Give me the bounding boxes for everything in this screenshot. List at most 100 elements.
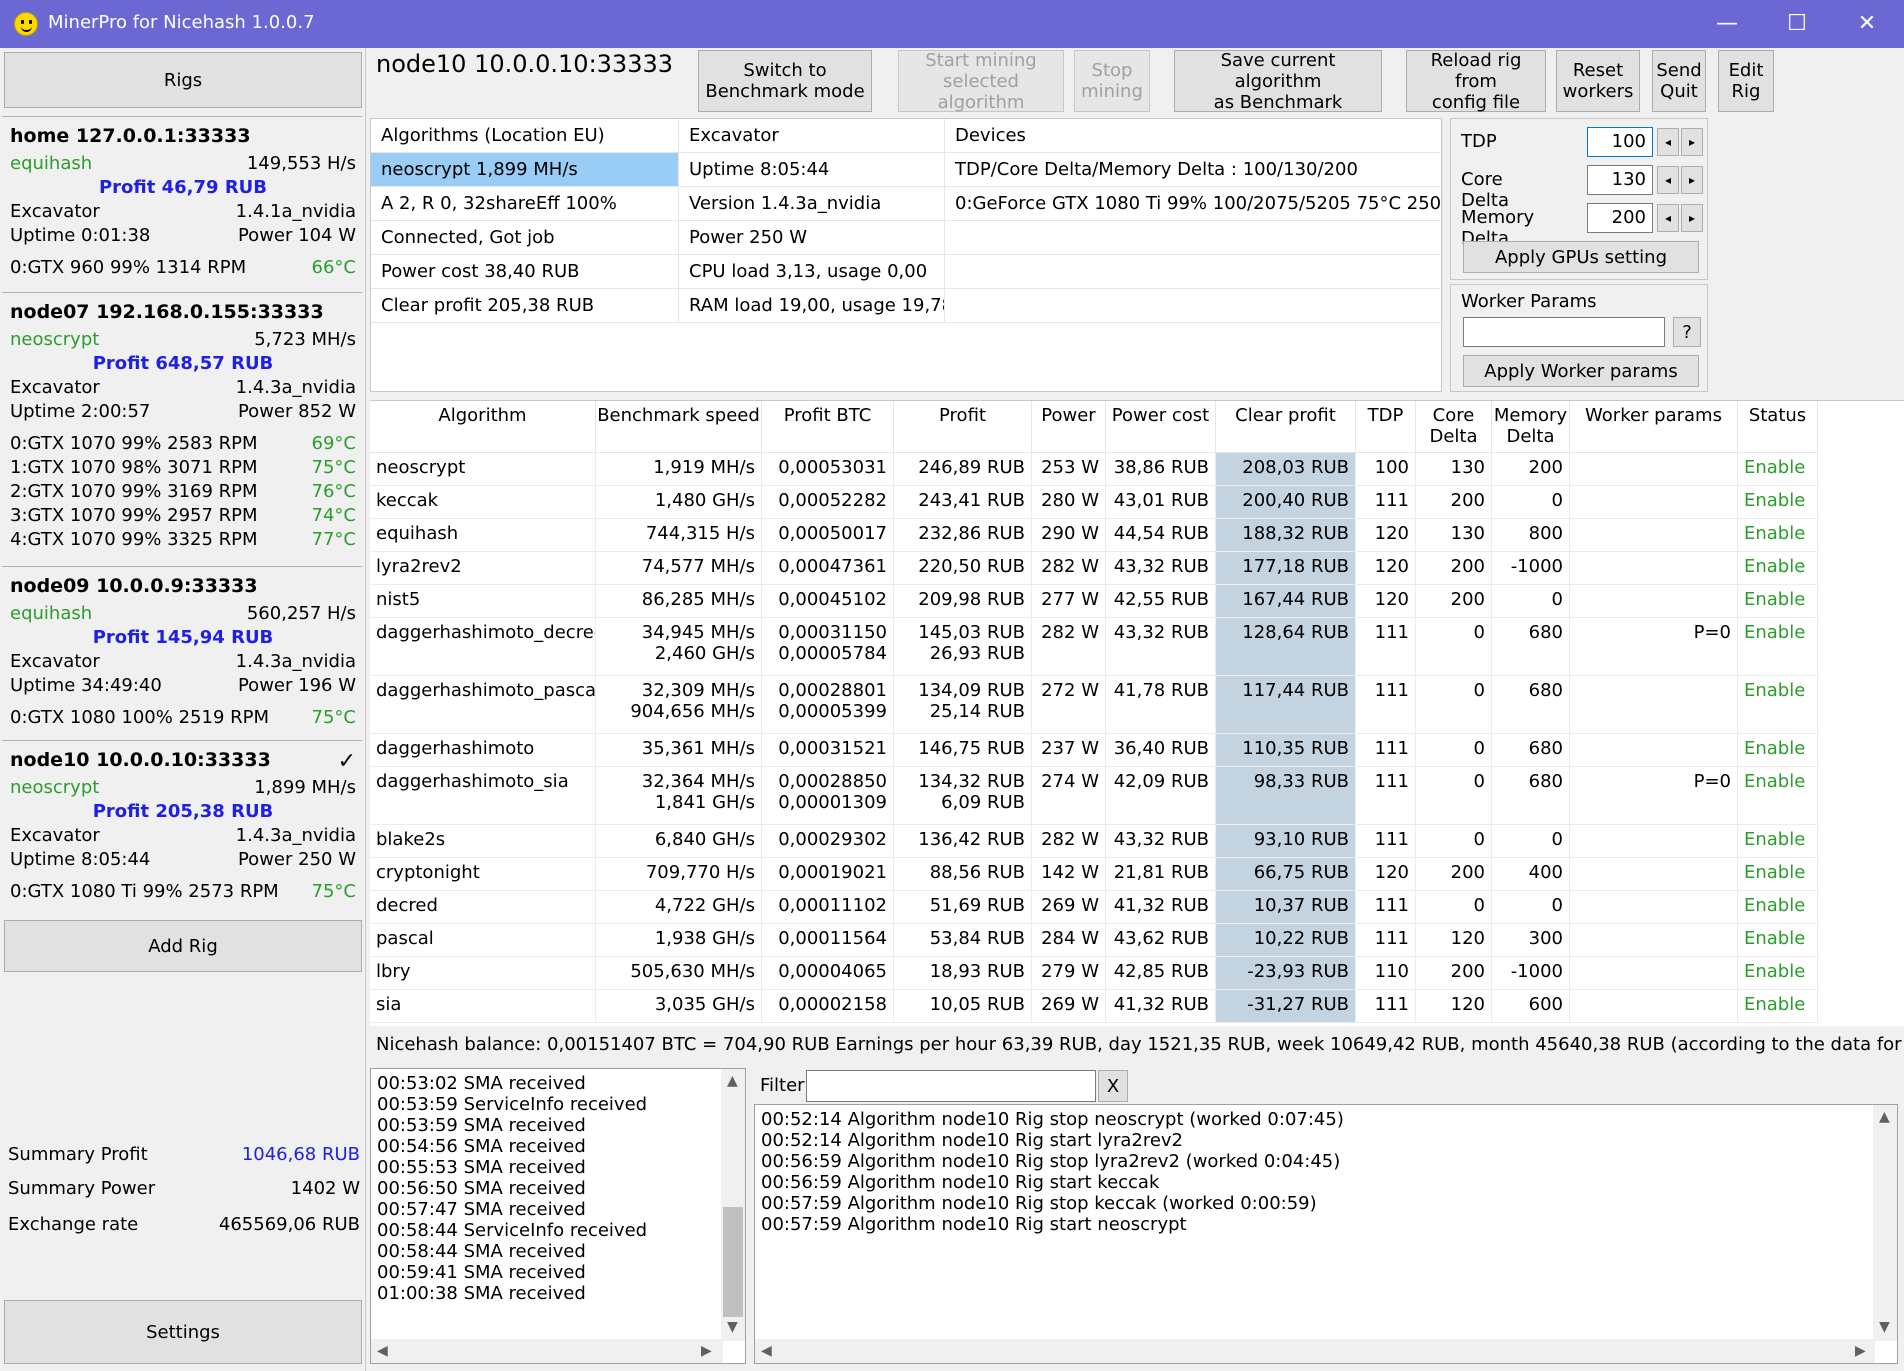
algorithm-cell-btc: 0,00004065	[762, 957, 894, 990]
rig-card[interactable]: home 127.0.0.1:33333 equihash 149,553 H/s P…	[2, 116, 362, 292]
cell-value: 505,630 MH/s	[630, 961, 755, 982]
cell-value: 1,938 GH/s	[654, 928, 755, 949]
algorithms-column-header[interactable]: Clear profit	[1216, 401, 1356, 453]
algorithm-cell-status[interactable]: Enable	[1738, 552, 1818, 585]
cell-value: 277 W	[1041, 589, 1099, 610]
algorithm-cell-status[interactable]: Enable	[1738, 618, 1818, 676]
algorithms-column-header[interactable]: Profit	[894, 401, 1032, 453]
close-button[interactable]: ✕	[1832, 0, 1902, 48]
edit-rig-button[interactable]: Edit Rig	[1718, 50, 1774, 112]
algorithm-cell-status[interactable]: Enable	[1738, 585, 1818, 618]
log-entry: 00:57:59 Algorithm node10 Rig start neos…	[761, 1214, 1187, 1235]
algorithms-column-header[interactable]: Profit BTC	[762, 401, 894, 453]
settings-button[interactable]: Settings	[4, 1300, 362, 1364]
scroll-down-icon[interactable]: ▼	[1879, 1319, 1890, 1335]
algorithms-column-header[interactable]: Worker params	[1570, 401, 1738, 453]
apply-worker-params-button[interactable]: Apply Worker params	[1463, 355, 1699, 387]
scroll-right-icon[interactable]: ▶	[701, 1343, 712, 1359]
core-delta-increment-icon[interactable]: ▸	[1681, 166, 1703, 194]
info-cell[interactable]: neoscrypt 1,899 MH/s	[371, 153, 679, 187]
scroll-left-icon[interactable]: ◀	[377, 1343, 388, 1359]
start-mining-button[interactable]: Start mining selected algorithm	[898, 50, 1064, 113]
memory-delta-increment-icon[interactable]: ▸	[1681, 204, 1703, 232]
algorithm-cell-status[interactable]: Enable	[1738, 924, 1818, 957]
reset-workers-button[interactable]: Reset workers	[1556, 50, 1640, 112]
info-cell[interactable]: A 2, R 0, 32shareEff 100%	[371, 187, 679, 221]
info-cell[interactable]: Clear profit 205,38 RUB	[371, 289, 679, 323]
filter-input[interactable]	[806, 1070, 1096, 1102]
cell-value: 41,78 RUB	[1113, 680, 1209, 701]
algorithm-cell-status[interactable]: Enable	[1738, 990, 1818, 1023]
core-delta-decrement-icon[interactable]: ◂	[1657, 166, 1679, 194]
algorithm-cell-status[interactable]: Enable	[1738, 734, 1818, 767]
memory-delta-decrement-icon[interactable]: ◂	[1657, 204, 1679, 232]
scroll-down-icon[interactable]: ▼	[727, 1319, 738, 1335]
algorithms-column-header[interactable]: Algorithm	[370, 401, 596, 453]
cell-value: 0,00028850	[778, 771, 887, 792]
scroll-up-icon[interactable]: ▲	[1879, 1109, 1890, 1125]
stop-mining-button[interactable]: Stop mining	[1074, 50, 1150, 112]
info-cell[interactable]: Power cost 38,40 RUB	[371, 255, 679, 289]
algorithm-log-vscroll[interactable]: ▲ ▼	[1873, 1105, 1897, 1341]
log-entry: 00:56:59 Algorithm node10 Rig start kecc…	[761, 1172, 1160, 1193]
rig-card[interactable]: node09 10.0.0.9:33333 equihash 560,257 H/s…	[2, 566, 362, 740]
cell-value: 220,50 RUB	[918, 556, 1025, 577]
algorithms-column-header[interactable]: Memory Delta	[1492, 401, 1570, 453]
algorithms-column-header[interactable]: Status	[1738, 401, 1818, 453]
switch-benchmark-button[interactable]: Switch to Benchmark mode	[698, 50, 872, 112]
algorithm-cell-status[interactable]: Enable	[1738, 858, 1818, 891]
scroll-left-icon[interactable]: ◀	[761, 1343, 772, 1359]
rigs-button[interactable]: Rigs	[4, 52, 362, 108]
cell-value: 282 W	[1041, 829, 1099, 850]
info-cell: CPU load 3,13, usage 0,00	[679, 255, 945, 289]
cell-value: 279 W	[1041, 961, 1099, 982]
cell-value: 42,55 RUB	[1113, 589, 1209, 610]
algorithm-cell-status[interactable]: Enable	[1738, 957, 1818, 990]
send-quit-button[interactable]: Send Quit	[1652, 50, 1706, 112]
tdp-increment-icon[interactable]: ▸	[1681, 128, 1703, 156]
service-log-vscroll[interactable]: ▲ ▼	[721, 1069, 745, 1341]
minimize-button[interactable]: —	[1692, 0, 1762, 48]
algorithm-cell-algo: equihash	[370, 519, 596, 552]
algorithm-cell-status[interactable]: Enable	[1738, 519, 1818, 552]
add-rig-button[interactable]: Add Rig	[4, 920, 362, 972]
algorithm-cell-profit: 88,56 RUB	[894, 858, 1032, 891]
rig-card[interactable]: node07 192.168.0.155:33333 neoscrypt 5,723…	[2, 292, 362, 566]
worker-params-help-button[interactable]: ?	[1673, 317, 1701, 347]
algorithm-cell-status[interactable]: Enable	[1738, 453, 1818, 486]
algorithm-cell-status[interactable]: Enable	[1738, 825, 1818, 858]
algorithms-column-header[interactable]: Core Delta	[1416, 401, 1492, 453]
core-delta-input[interactable]: 130	[1587, 165, 1653, 195]
cell-value: Enable	[1744, 622, 1806, 643]
rig-uptime-row: Uptime 8:05:44 Power 250 W	[10, 849, 356, 873]
rig-power: Power 104 W	[237, 225, 356, 246]
maximize-button[interactable]: ☐	[1762, 0, 1832, 48]
scroll-right-icon[interactable]: ▶	[1855, 1343, 1866, 1359]
smiley-app-icon	[14, 12, 38, 36]
info-cell[interactable]: Connected, Got job	[371, 221, 679, 255]
scroll-up-icon[interactable]: ▲	[727, 1073, 738, 1089]
algorithms-column-header[interactable]: Benchmark speed	[596, 401, 762, 453]
apply-gpus-button[interactable]: Apply GPUs setting	[1463, 241, 1699, 273]
algorithms-column-header[interactable]: TDP	[1356, 401, 1416, 453]
tdp-decrement-icon[interactable]: ◂	[1657, 128, 1679, 156]
reload-rig-button[interactable]: Reload rig from config file	[1406, 50, 1546, 113]
filter-clear-button[interactable]: X	[1098, 1070, 1128, 1102]
algorithm-cell-clear: 10,37 RUB	[1216, 891, 1356, 924]
algorithm-cell-status[interactable]: Enable	[1738, 891, 1818, 924]
cell-value: 0	[1551, 589, 1563, 610]
tdp-input[interactable]: 100	[1587, 127, 1653, 157]
algorithm-cell-status[interactable]: Enable	[1738, 486, 1818, 519]
rig-card[interactable]: node10 10.0.0.10:33333 ✓ neoscrypt 1,899 MH…	[2, 740, 362, 916]
algorithm-cell-tdp: 111	[1356, 924, 1416, 957]
worker-params-input[interactable]	[1463, 317, 1665, 347]
save-benchmark-button[interactable]: Save current algorithm as Benchmark	[1174, 50, 1382, 113]
algorithm-log-hscroll[interactable]: ◀ ▶	[755, 1339, 1875, 1363]
algorithms-column-header[interactable]: Power cost	[1106, 401, 1216, 453]
memory-delta-input[interactable]: 200	[1587, 203, 1653, 233]
algorithm-cell-status[interactable]: Enable	[1738, 676, 1818, 734]
scroll-thumb[interactable]	[723, 1207, 743, 1317]
algorithm-cell-status[interactable]: Enable	[1738, 767, 1818, 825]
service-log-hscroll[interactable]: ◀ ▶	[371, 1339, 723, 1363]
algorithms-column-header[interactable]: Power	[1032, 401, 1106, 453]
